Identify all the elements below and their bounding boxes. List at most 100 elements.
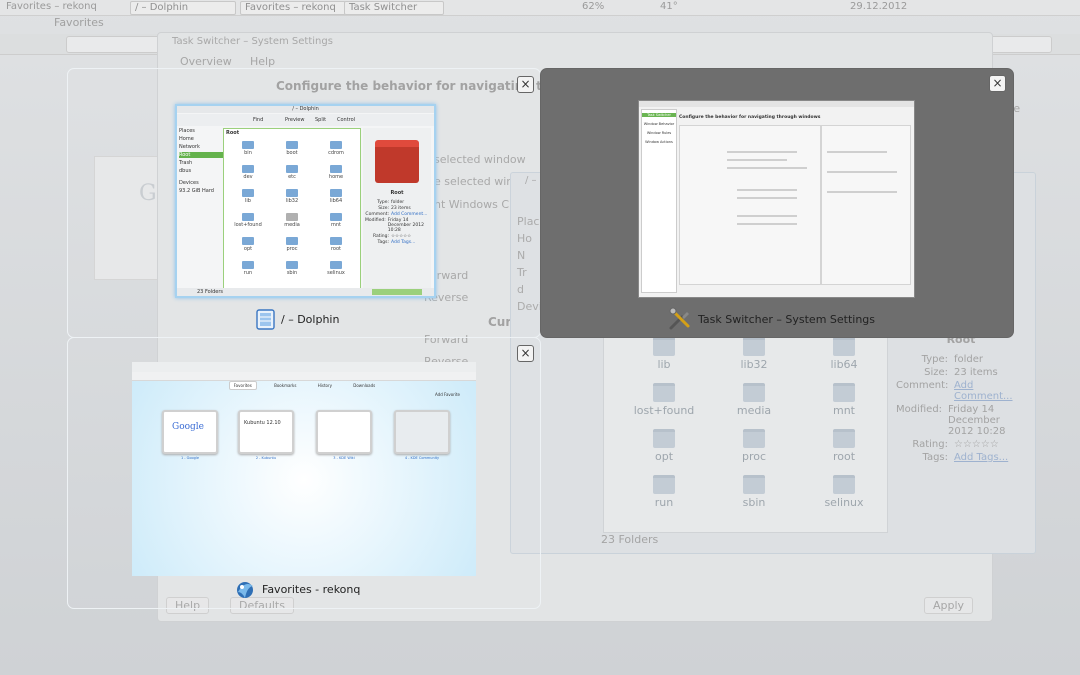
- close-icon[interactable]: ×: [517, 76, 534, 93]
- background-folder-item: mnt: [799, 383, 889, 417]
- folder-icon: [743, 337, 765, 356]
- folder-icon: [833, 429, 855, 448]
- background-folder-item: sbin: [709, 475, 799, 509]
- thumb-folder-item: opt: [228, 237, 268, 252]
- close-icon[interactable]: ×: [517, 345, 534, 362]
- settings-overview-button[interactable]: Overview: [180, 55, 232, 68]
- folder-icon: [242, 261, 254, 269]
- background-folder-item: lib: [619, 337, 709, 371]
- folder-icon: [330, 189, 342, 197]
- folder-icon: [330, 213, 342, 221]
- thumb-folder-item: etc: [272, 165, 312, 180]
- thumb-info-row: Type: folder: [377, 200, 405, 205]
- folder-icon: [242, 165, 254, 173]
- info-row: Rating: ☆☆☆☆☆: [912, 439, 999, 450]
- tools-icon: [669, 307, 690, 330]
- folder-icon: [286, 165, 298, 173]
- clock-date[interactable]: 29.12.2012: [850, 1, 907, 12]
- info-row: Size: 23 items: [924, 367, 998, 378]
- taskbar-task-switcher[interactable]: Task Switcher: [344, 1, 444, 15]
- thumb-folder-item: boot: [272, 141, 312, 156]
- background-folder-item: opt: [619, 429, 709, 463]
- folder-icon: [286, 261, 298, 269]
- folder-icon: [330, 237, 342, 245]
- thumb-folder-item: cdrom: [316, 141, 356, 156]
- thumb-folder-item: lib: [228, 189, 268, 204]
- thumb-settings-main: Configure the behavior for navigating th…: [677, 109, 911, 291]
- dolphin-app-icon: [256, 309, 275, 330]
- background-folder-item: proc: [709, 429, 799, 463]
- folder-icon: [286, 213, 298, 221]
- folder-icon: [653, 383, 675, 402]
- background-folder-item: media: [709, 383, 799, 417]
- thumb-folder-item: selinux: [316, 261, 356, 276]
- dolphin-info-panel: Root Type: folder Size: 23 items Comment: Add…: [896, 333, 1026, 465]
- thumb-info-row: Comment: Add Comment...: [365, 212, 428, 217]
- background-folder-item: lib32: [709, 337, 799, 371]
- folder-icon: [242, 189, 254, 197]
- background-folder-item: root: [799, 429, 889, 463]
- folder-icon: [286, 141, 298, 149]
- rekonq-app-icon: [237, 582, 253, 598]
- dolphin-thumbnail: / – Dolphin Find Preview Split Control P…: [175, 104, 436, 298]
- temperature-indicator: 41°: [660, 1, 678, 12]
- thumb-dolphin-statusbar: 23 Folders: [177, 288, 434, 296]
- browser-tab-favorites[interactable]: Favorites: [18, 16, 148, 30]
- settings-thumbnail: Task Switcher Window Behavior Window Rul…: [638, 100, 915, 298]
- folder-icon: [743, 429, 765, 448]
- folder-icon: [653, 337, 675, 356]
- thumb-folder-item: lib64: [316, 189, 356, 204]
- thumb-dolphin-info: Root Type: folder Size: 23 items Comment: Add…: [363, 128, 431, 288]
- folder-icon: [242, 237, 254, 245]
- close-icon[interactable]: ×: [989, 75, 1006, 92]
- thumb-info-row: Size: 23 items: [378, 206, 411, 211]
- settings-help-menu[interactable]: Help: [250, 55, 275, 68]
- folder-icon: [330, 141, 342, 149]
- folder-icon: [653, 475, 675, 494]
- switcher-caption-rekonq: Favorites - rekonq: [234, 578, 360, 600]
- thumb-rekonq-urlbar: [132, 372, 476, 381]
- thumb-folder-item: home: [316, 165, 356, 180]
- folder-icon: [833, 383, 855, 402]
- folder-icon: [286, 237, 298, 245]
- folder-icon: [833, 475, 855, 494]
- taskbar-task-dolphin[interactable]: / – Dolphin: [130, 1, 236, 15]
- folder-icon: [653, 429, 675, 448]
- thumb-rekonq-nav: Favorites Bookmarks History Downloads: [132, 381, 476, 390]
- thumb-folder-item: run: [228, 261, 268, 276]
- thumb-folder-item: sbin: [272, 261, 312, 276]
- folder-icon: [833, 337, 855, 356]
- battery-indicator[interactable]: 62%: [582, 1, 604, 12]
- info-row: Modified: Friday 14 December 2012 10:28: [896, 404, 1006, 437]
- thumb-info-row: Rating: ☆☆☆☆☆: [372, 234, 412, 239]
- switcher-caption-dolphin: / – Dolphin: [256, 309, 339, 330]
- folder-icon: [743, 475, 765, 494]
- taskbar: Favorites – rekonq / – Dolphin Favorites…: [0, 0, 1080, 16]
- info-row: Tags: Add Tags...: [922, 452, 1009, 463]
- background-folder-item: run: [619, 475, 709, 509]
- thumb-rekonq-card-4: 4 - KDE Community: [394, 410, 450, 460]
- thumb-folder-item: dev: [228, 165, 268, 180]
- thumb-dolphin-folder-grid: Root bin boot cdrom dev etc home lib lib32 lib64…: [223, 128, 361, 290]
- dolphin-status-bar: 23 Folders: [601, 533, 659, 546]
- thumb-folder-item: root: [316, 237, 356, 252]
- taskbar-app-title: Favorites – rekonq: [6, 1, 97, 12]
- folder-icon: [330, 165, 342, 173]
- switcher-caption-settings: Task Switcher – System Settings: [668, 307, 875, 331]
- background-folder-item: lib64: [799, 337, 889, 371]
- info-row: Type: folder: [921, 354, 984, 365]
- thumb-folder-item: proc: [272, 237, 312, 252]
- folder-icon: [242, 213, 254, 221]
- thumb-info-row: Tags: Add Tags...: [377, 240, 416, 245]
- thumb-dolphin-places: Places Home Network Root Trash dbus Devi…: [179, 128, 223, 288]
- thumb-folder-item: mnt: [316, 213, 356, 228]
- thumb-folder-item: bin: [228, 141, 268, 156]
- thumb-folder-item: lib32: [272, 189, 312, 204]
- settings-window-title: Task Switcher – System Settings: [172, 36, 333, 47]
- taskbar-task-rekonq[interactable]: Favorites – rekonq: [240, 1, 346, 15]
- background-folder-item: lost+found: [619, 383, 709, 417]
- settings-apply-button[interactable]: Apply: [924, 597, 974, 614]
- thumb-rekonq-add-favorite: Add Favorite: [435, 392, 460, 397]
- thumb-rekonq-card-1: Google 1 - Google: [162, 410, 218, 460]
- thumb-dolphin-titlebar: / – Dolphin: [177, 106, 434, 113]
